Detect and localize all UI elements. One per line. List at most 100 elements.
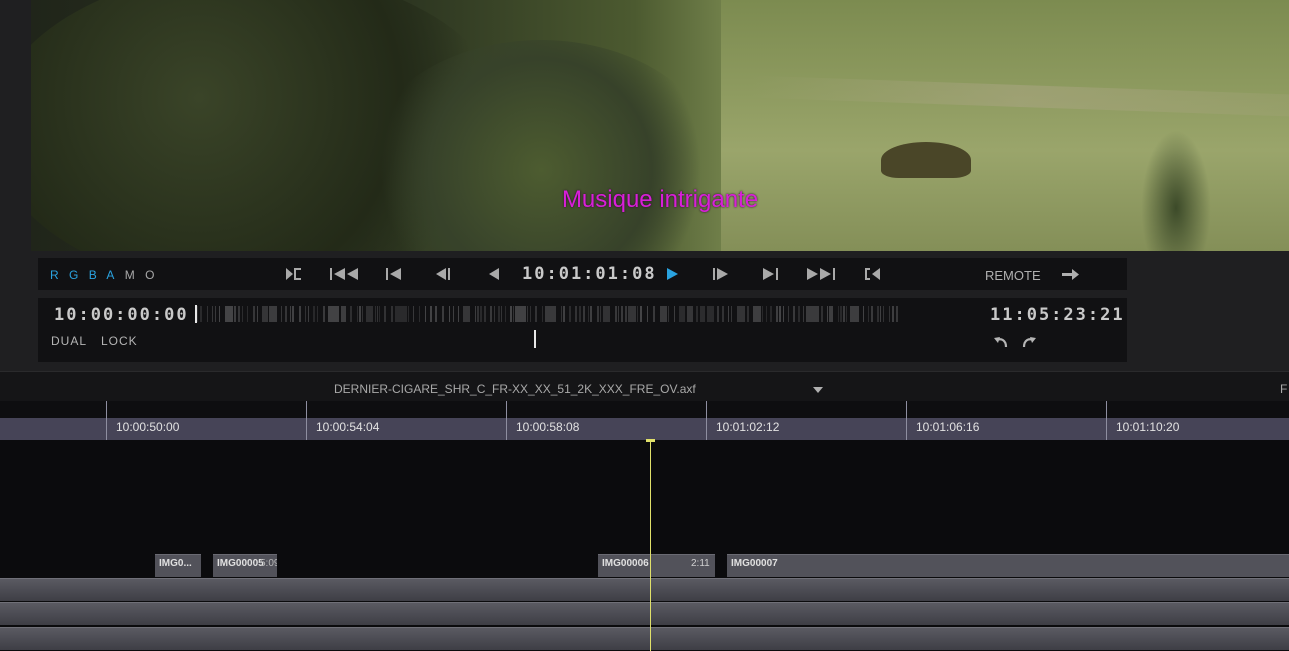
arrow-right-icon: [1062, 269, 1079, 280]
start-timecode: 10:00:00:00: [54, 305, 189, 325]
channel-b-toggle[interactable]: B: [89, 268, 100, 282]
ruler-label: 10:01:02:12: [716, 420, 780, 434]
scrub-panel: 10:00:00:00 11:05:23:21 DUAL LOCK: [38, 298, 1127, 362]
ruler-label: 10:00:58:08: [516, 420, 580, 434]
clip-name: IMG00007: [731, 558, 778, 569]
scrub-cursor[interactable]: [534, 330, 536, 348]
redo-button[interactable]: [1020, 334, 1038, 354]
scrub-event-mark: [806, 306, 819, 322]
ruler-tick: [106, 401, 107, 440]
ruler-label: 10:00:50:00: [116, 420, 180, 434]
ruler-label: 10:00:54:04: [316, 420, 380, 434]
next-frame-button[interactable]: [708, 264, 732, 284]
track-lane[interactable]: [0, 578, 1289, 601]
track-lane[interactable]: [0, 602, 1289, 625]
scrub-event-mark: [880, 306, 881, 322]
next-event-icon: [763, 268, 778, 280]
end-timecode: 11:05:23:21: [990, 305, 1125, 325]
channel-g-toggle[interactable]: G: [69, 268, 81, 282]
step-forward-icon: [713, 268, 728, 280]
scrub-event-mark: [561, 306, 562, 322]
scrub-event-mark: [783, 306, 784, 322]
play-button[interactable]: [662, 264, 682, 284]
ruler-label: 10:01:06:16: [916, 420, 980, 434]
dual-toggle[interactable]: DUAL: [51, 334, 87, 348]
lock-toggle[interactable]: LOCK: [101, 334, 138, 348]
go-to-end-button[interactable]: [805, 264, 839, 284]
scrub-event-mark: [653, 306, 655, 322]
scrub-event-mark: [313, 306, 315, 322]
scrub-event-mark: [408, 306, 409, 322]
transport-bar: R G B A M O 10:01:01:08 REMOTE: [38, 258, 1127, 290]
scrub-event-mark: [419, 306, 420, 322]
scrub-event-mark: [425, 306, 426, 322]
scrub-event-mark: [341, 306, 346, 322]
timeline-clip[interactable]: IMG00005 5:09: [213, 554, 277, 577]
timeline-header: DERNIER-CIGARE_SHR_C_FR-XX_XX_51_2K_XXX_…: [0, 371, 1289, 402]
playhead-handle[interactable]: [646, 439, 655, 442]
scrub-event-mark: [579, 306, 581, 322]
scrub-event-mark: [377, 306, 378, 322]
scrub-event-mark: [640, 306, 642, 322]
scrub-event-mark: [821, 306, 823, 322]
scrub-event-mark: [569, 306, 571, 322]
scrub-event-mark: [545, 306, 556, 322]
scrub-event-mark: [299, 306, 301, 322]
timeline-clip[interactable]: IMG00006 2:11: [598, 554, 715, 577]
scrub-event-mark: [215, 306, 216, 322]
go-to-start-button[interactable]: [328, 264, 360, 284]
scrub-event-mark: [513, 306, 514, 322]
scrub-event-mark: [305, 306, 306, 322]
play-icon: [667, 268, 678, 280]
scrub-in-marker[interactable]: [195, 305, 197, 323]
scrub-event-mark: [535, 306, 537, 322]
timeline-ruler[interactable]: [0, 418, 1289, 440]
ruler-tick: [1106, 401, 1107, 440]
clip-name: IMG0...: [159, 558, 192, 569]
scrub-event-mark: [292, 306, 294, 322]
channel-o-toggle[interactable]: O: [145, 268, 157, 282]
scrub-strip[interactable]: [192, 304, 904, 324]
next-event-button[interactable]: [759, 264, 783, 284]
mark-in-button[interactable]: [282, 264, 306, 284]
channel-a-toggle[interactable]: A: [106, 268, 117, 282]
scrub-event-mark: [779, 306, 781, 322]
scrub-event-mark: [766, 306, 767, 322]
previous-event-icon: [386, 268, 401, 280]
scrub-event-mark: [737, 306, 745, 322]
scrub-event-mark: [458, 306, 459, 322]
play-reverse-button[interactable]: [484, 264, 504, 284]
scrub-event-mark: [637, 306, 638, 322]
scrub-event-mark: [722, 306, 724, 322]
previous-event-button[interactable]: [382, 264, 406, 284]
previous-frame-button[interactable]: [432, 264, 456, 284]
channel-r-toggle[interactable]: R: [50, 268, 62, 282]
timeline-file-select[interactable]: DERNIER-CIGARE_SHR_C_FR-XX_XX_51_2K_XXX_…: [334, 382, 696, 396]
playhead[interactable]: [650, 440, 651, 651]
scrub-event-mark: [505, 306, 506, 322]
scrub-event-mark: [498, 306, 500, 322]
scrub-event-mark: [200, 306, 202, 322]
scrub-event-mark: [871, 306, 873, 322]
chevron-down-icon[interactable]: [813, 387, 823, 393]
remote-arrow-button[interactable]: [1060, 266, 1082, 285]
scrub-event-mark: [350, 306, 352, 322]
scrub-event-mark: [850, 306, 859, 322]
scrub-event-mark: [883, 306, 884, 322]
scrub-event-mark: [490, 306, 492, 322]
timeline-clip[interactable]: IMG00007: [727, 554, 1289, 577]
scrub-event-mark: [253, 306, 255, 322]
scrub-event-mark: [679, 306, 685, 322]
scrub-event-mark: [770, 306, 772, 322]
scrub-event-mark: [413, 306, 414, 322]
undo-button[interactable]: [992, 334, 1010, 354]
timeline-clip[interactable]: IMG0...: [155, 554, 201, 577]
channel-m-toggle[interactable]: M: [125, 268, 138, 282]
ruler-tick: [906, 401, 907, 440]
track-lane[interactable]: [0, 627, 1289, 650]
scrub-event-mark: [219, 306, 220, 322]
mark-out-button[interactable]: [860, 264, 884, 284]
scrub-event-mark: [391, 306, 393, 322]
scrub-event-mark: [563, 306, 565, 322]
scrub-event-mark: [323, 306, 325, 322]
